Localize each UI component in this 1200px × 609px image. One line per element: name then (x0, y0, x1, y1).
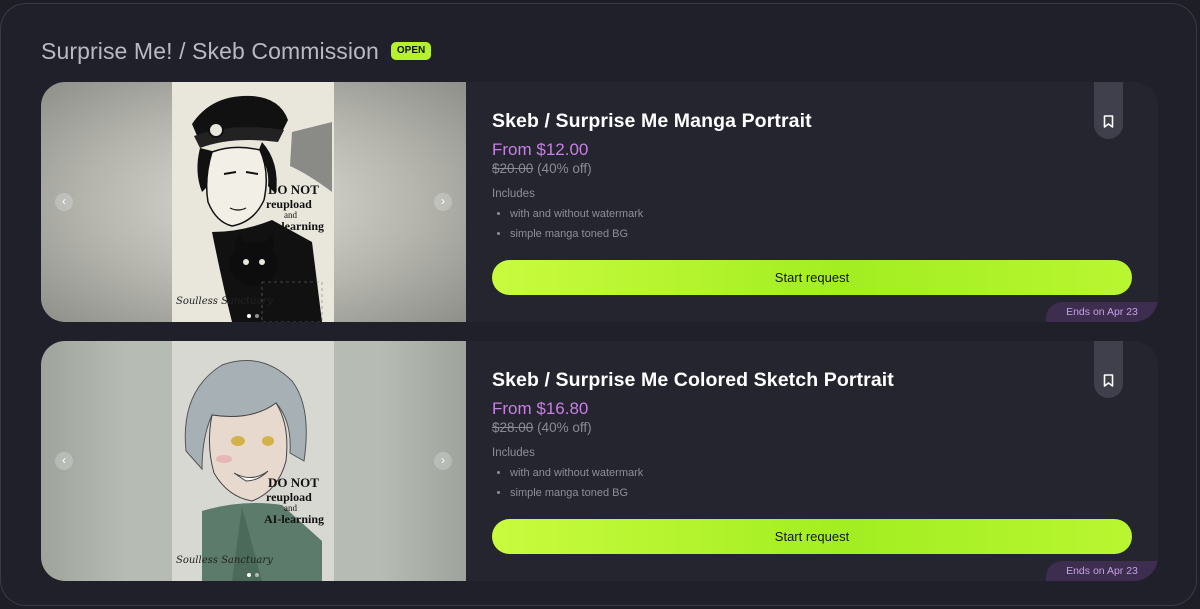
carousel-dot[interactable] (247, 573, 251, 577)
carousel-prev-button[interactable]: ‹ (55, 193, 73, 211)
original-price-line: $20.00 (40% off) (492, 161, 592, 176)
bookmark-icon (1103, 115, 1114, 128)
svg-text:AI-learning: AI-learning (264, 219, 324, 233)
carousel-dots (247, 573, 259, 577)
include-item: simple manga toned BG (510, 224, 643, 244)
svg-text:reupload: reupload (266, 490, 312, 504)
watermark-text: DO NOT (268, 182, 319, 197)
image-carousel[interactable]: DO NOT reupload and AI-learning Soulless… (41, 341, 466, 581)
current-price: From $12.00 (492, 140, 589, 159)
includes-label: Includes (492, 447, 535, 459)
ends-on-badge: Ends on Apr 23 (1046, 302, 1158, 322)
commission-card: DO NOT reupload and AI-learning Soulless… (41, 341, 1158, 581)
carousel-dots (247, 314, 259, 318)
card-content: Skeb / Surprise Me Colored Sketch Portra… (492, 341, 1158, 581)
discount-label: (40% off) (537, 161, 592, 176)
commission-artwork: DO NOT reupload and AI-learning Soulless… (172, 82, 334, 322)
commission-title: Skeb / Surprise Me Manga Portrait (492, 110, 812, 132)
commission-artwork: DO NOT reupload and AI-learning Soulless… (172, 341, 334, 581)
bookmark-icon (1103, 374, 1114, 387)
includes-label: Includes (492, 188, 535, 200)
section-header: Surprise Me! / Skeb Commission OPEN (41, 34, 432, 68)
original-price: $20.00 (492, 161, 534, 176)
start-request-button[interactable]: Start request (492, 519, 1132, 554)
includes-list: with and without watermark simple manga … (492, 463, 643, 503)
include-item: with and without watermark (510, 463, 643, 483)
include-item: simple manga toned BG (510, 483, 643, 503)
svg-text:reupload: reupload (266, 197, 312, 211)
watermark-text: DO NOT (268, 475, 319, 490)
start-request-button[interactable]: Start request (492, 260, 1132, 295)
status-badge: OPEN (390, 42, 432, 60)
carousel-next-button[interactable]: › (434, 193, 452, 211)
bookmark-button[interactable] (1094, 341, 1123, 398)
svg-text:AI-learning: AI-learning (264, 512, 324, 526)
commission-card: DO NOT reupload and AI-learning Soulless… (41, 82, 1158, 322)
bookmark-button[interactable] (1094, 82, 1123, 139)
carousel-dot[interactable] (255, 573, 259, 577)
carousel-dot[interactable] (255, 314, 259, 318)
discount-label: (40% off) (537, 420, 592, 435)
commission-panel: Surprise Me! / Skeb Commission OPEN DO N… (0, 3, 1197, 606)
original-price-line: $28.00 (40% off) (492, 420, 592, 435)
ends-on-badge: Ends on Apr 23 (1046, 561, 1158, 581)
carousel-dot[interactable] (247, 314, 251, 318)
original-price: $28.00 (492, 420, 534, 435)
page-title: Surprise Me! / Skeb Commission (41, 37, 379, 64)
card-content: Skeb / Surprise Me Manga Portrait From $… (492, 82, 1158, 322)
commission-title: Skeb / Surprise Me Colored Sketch Portra… (492, 369, 894, 391)
carousel-next-button[interactable]: › (434, 452, 452, 470)
carousel-prev-button[interactable]: ‹ (55, 452, 73, 470)
artist-signature: Soulless Sanctuary (176, 555, 273, 566)
artist-signature: Soulless Sanctuary (176, 296, 273, 307)
image-carousel[interactable]: DO NOT reupload and AI-learning Soulless… (41, 82, 466, 322)
current-price: From $16.80 (492, 399, 589, 418)
includes-list: with and without watermark simple manga … (492, 204, 643, 244)
include-item: with and without watermark (510, 204, 643, 224)
